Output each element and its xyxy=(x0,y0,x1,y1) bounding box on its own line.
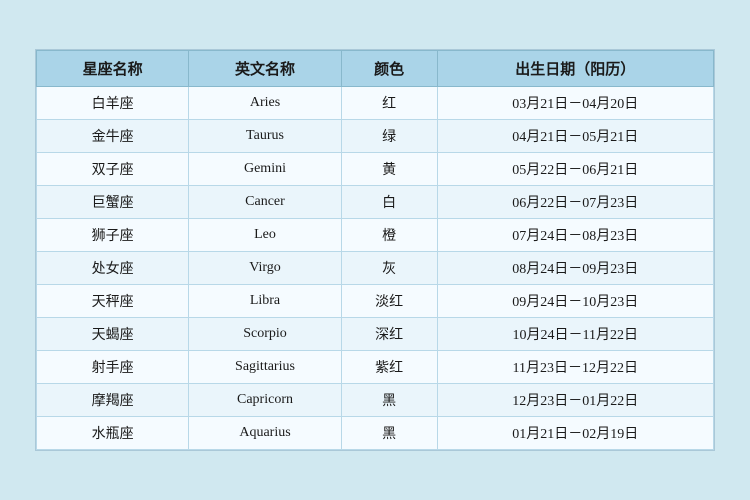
table-row: 狮子座Leo橙07月24日－08月23日 xyxy=(37,219,714,252)
cell-color: 灰 xyxy=(341,252,437,285)
cell-dates: 09月24日－10月23日 xyxy=(437,285,713,318)
cell-chinese-name: 双子座 xyxy=(37,153,189,186)
cell-chinese-name: 天蝎座 xyxy=(37,318,189,351)
table-row: 金牛座Taurus绿04月21日－05月21日 xyxy=(37,120,714,153)
table-body: 白羊座Aries红03月21日－04月20日金牛座Taurus绿04月21日－0… xyxy=(37,87,714,450)
cell-dates: 05月22日－06月21日 xyxy=(437,153,713,186)
cell-color: 淡红 xyxy=(341,285,437,318)
table-row: 摩羯座Capricorn黑12月23日－01月22日 xyxy=(37,384,714,417)
cell-chinese-name: 白羊座 xyxy=(37,87,189,120)
cell-dates: 03月21日－04月20日 xyxy=(437,87,713,120)
cell-english-name: Aquarius xyxy=(189,417,341,450)
cell-english-name: Gemini xyxy=(189,153,341,186)
cell-english-name: Taurus xyxy=(189,120,341,153)
cell-dates: 04月21日－05月21日 xyxy=(437,120,713,153)
header-dates: 出生日期（阳历） xyxy=(437,51,713,87)
table-row: 双子座Gemini黄05月22日－06月21日 xyxy=(37,153,714,186)
zodiac-table-container: 星座名称 英文名称 颜色 出生日期（阳历） 白羊座Aries红03月21日－04… xyxy=(35,49,715,451)
cell-chinese-name: 射手座 xyxy=(37,351,189,384)
cell-color: 红 xyxy=(341,87,437,120)
cell-chinese-name: 天秤座 xyxy=(37,285,189,318)
cell-chinese-name: 狮子座 xyxy=(37,219,189,252)
cell-color: 黑 xyxy=(341,384,437,417)
cell-color: 橙 xyxy=(341,219,437,252)
table-row: 处女座Virgo灰08月24日－09月23日 xyxy=(37,252,714,285)
header-color: 颜色 xyxy=(341,51,437,87)
cell-dates: 01月21日－02月19日 xyxy=(437,417,713,450)
cell-color: 黄 xyxy=(341,153,437,186)
table-row: 天秤座Libra淡红09月24日－10月23日 xyxy=(37,285,714,318)
cell-color: 黑 xyxy=(341,417,437,450)
zodiac-table: 星座名称 英文名称 颜色 出生日期（阳历） 白羊座Aries红03月21日－04… xyxy=(36,50,714,450)
cell-chinese-name: 摩羯座 xyxy=(37,384,189,417)
cell-chinese-name: 水瓶座 xyxy=(37,417,189,450)
cell-color: 绿 xyxy=(341,120,437,153)
cell-english-name: Sagittarius xyxy=(189,351,341,384)
table-row: 白羊座Aries红03月21日－04月20日 xyxy=(37,87,714,120)
cell-english-name: Cancer xyxy=(189,186,341,219)
table-row: 巨蟹座Cancer白06月22日－07月23日 xyxy=(37,186,714,219)
cell-color: 紫红 xyxy=(341,351,437,384)
header-chinese-name: 星座名称 xyxy=(37,51,189,87)
cell-dates: 12月23日－01月22日 xyxy=(437,384,713,417)
cell-color: 深红 xyxy=(341,318,437,351)
cell-dates: 07月24日－08月23日 xyxy=(437,219,713,252)
table-row: 天蝎座Scorpio深红10月24日－11月22日 xyxy=(37,318,714,351)
cell-english-name: Capricorn xyxy=(189,384,341,417)
cell-dates: 10月24日－11月22日 xyxy=(437,318,713,351)
cell-chinese-name: 巨蟹座 xyxy=(37,186,189,219)
table-row: 射手座Sagittarius紫红11月23日－12月22日 xyxy=(37,351,714,384)
cell-dates: 06月22日－07月23日 xyxy=(437,186,713,219)
table-row: 水瓶座Aquarius黑01月21日－02月19日 xyxy=(37,417,714,450)
cell-english-name: Virgo xyxy=(189,252,341,285)
cell-english-name: Scorpio xyxy=(189,318,341,351)
table-header-row: 星座名称 英文名称 颜色 出生日期（阳历） xyxy=(37,51,714,87)
cell-chinese-name: 处女座 xyxy=(37,252,189,285)
cell-english-name: Leo xyxy=(189,219,341,252)
cell-english-name: Libra xyxy=(189,285,341,318)
cell-chinese-name: 金牛座 xyxy=(37,120,189,153)
cell-color: 白 xyxy=(341,186,437,219)
header-english-name: 英文名称 xyxy=(189,51,341,87)
cell-dates: 11月23日－12月22日 xyxy=(437,351,713,384)
cell-dates: 08月24日－09月23日 xyxy=(437,252,713,285)
cell-english-name: Aries xyxy=(189,87,341,120)
